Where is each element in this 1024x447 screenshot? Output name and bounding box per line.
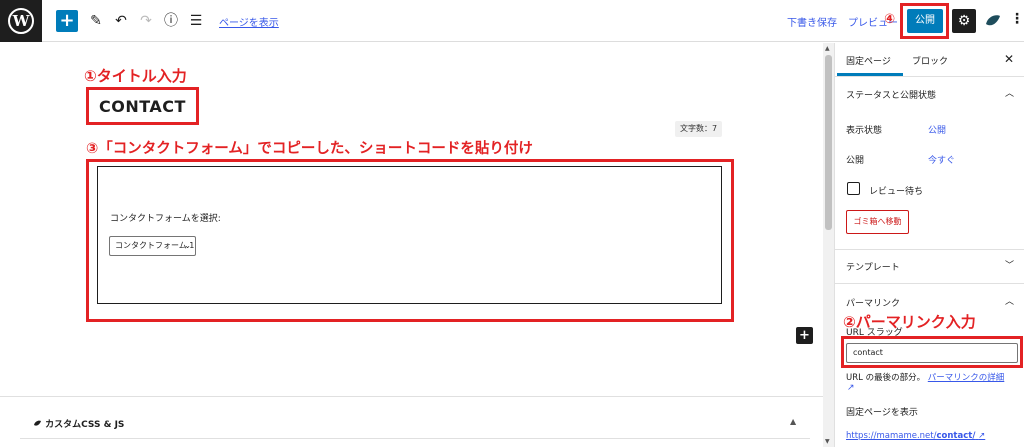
metabox-toggle-icon[interactable]: ▲ <box>790 417 796 426</box>
panel-divider <box>835 283 1024 284</box>
contact-form-select-value: コンタクトフォーム 1 <box>115 241 195 250</box>
plugin-leaf-icon[interactable] <box>984 12 1002 30</box>
contact-form-select[interactable]: コンタクトフォーム 1 ⌄ <box>109 236 196 256</box>
tabs-divider <box>835 76 1024 77</box>
scroll-down-icon[interactable]: ▼ <box>825 438 830 445</box>
url-slug-description: URL の最後の部分。 パーマリンクの詳細 <box>846 373 1005 383</box>
permalink-details-link[interactable]: パーマリンクの詳細 <box>928 373 1005 383</box>
undo-icon[interactable]: ↶ <box>111 11 131 31</box>
pending-review-checkbox[interactable] <box>847 182 860 195</box>
plugin-leaf-icon <box>34 420 41 426</box>
view-page-heading: 固定ページを表示 <box>846 408 918 418</box>
publish-date-link[interactable]: 今すぐ <box>928 153 955 166</box>
annotation-publish-note: ④ <box>884 12 896 27</box>
annotation-permalink-note: ②パーマリンク入力 <box>843 313 976 331</box>
chevron-down-icon: ⌄ <box>184 241 191 250</box>
tools-pencil-icon[interactable]: ✎ <box>86 11 106 31</box>
close-icon[interactable]: ✕ <box>1004 52 1014 66</box>
metabox-title: カスタムCSS & JS <box>33 417 124 430</box>
meta-divider <box>0 396 823 397</box>
chevron-up-icon[interactable]: ︿ <box>1005 86 1014 99</box>
tab-page[interactable]: 固定ページ <box>846 54 891 67</box>
settings-sidebar <box>834 43 1024 447</box>
scroll-up-icon[interactable]: ▲ <box>825 45 830 52</box>
template-heading[interactable]: テンプレート <box>846 260 900 273</box>
url-slug-input[interactable]: contact <box>846 343 1018 363</box>
info-icon[interactable]: ⓘ <box>161 11 181 31</box>
save-draft-button[interactable]: 下書き保存 <box>787 14 837 29</box>
permalink-url-link[interactable]: https://mamame.net/contact/ ↗ <box>846 431 985 441</box>
meta-divider-bottom <box>20 438 810 439</box>
character-count-badge: 文字数：7 <box>675 121 722 137</box>
view-page-link[interactable]: ページを表示 <box>219 14 279 29</box>
contact-form-block[interactable] <box>97 166 722 304</box>
list-view-icon[interactable]: ☰ <box>186 11 206 31</box>
chevron-down-icon[interactable]: ﹀ <box>1005 258 1014 271</box>
panel-divider <box>835 249 1024 250</box>
block-inserter-button[interactable]: + <box>796 327 813 344</box>
tab-block[interactable]: ブロック <box>912 54 948 67</box>
permalink-heading[interactable]: パーマリンク <box>846 296 900 309</box>
annotation-title-note: ①タイトル入力 <box>84 67 187 85</box>
annotation-shortcode-note: ③「コンタクトフォーム」でコピーした、ショートコードを貼り付け <box>86 141 533 157</box>
visibility-value-link[interactable]: 公開 <box>928 123 946 136</box>
annotation-publish-box <box>900 3 949 39</box>
status-visibility-heading[interactable]: ステータスと公開状態 <box>846 88 936 101</box>
chevron-up-icon[interactable]: ︿ <box>1005 294 1014 307</box>
visibility-label: 表示状態 <box>846 126 883 136</box>
page-title[interactable]: CONTACT <box>99 97 186 116</box>
settings-gear-icon[interactable]: ⚙ <box>952 9 976 33</box>
add-block-button[interactable]: + <box>56 10 78 32</box>
external-link-icon[interactable]: ↗ <box>847 383 855 393</box>
contact-form-select-label: コンタクトフォームを選択: <box>110 214 221 224</box>
more-options-icon[interactable]: ⋮ <box>1010 11 1024 27</box>
editor-scrollbar-thumb[interactable] <box>825 55 832 230</box>
publish-label: 公開 <box>846 156 865 166</box>
wordpress-logo-button[interactable]: W <box>0 0 42 42</box>
external-link-icon: ↗ <box>978 431 986 441</box>
pending-review-label: レビュー待ち <box>869 187 924 197</box>
custom-css-js-metabox[interactable]: カスタムCSS & JS ▲ <box>20 404 810 438</box>
redo-icon[interactable]: ↷ <box>136 11 156 31</box>
wordpress-icon: W <box>8 8 34 34</box>
move-to-trash-button[interactable]: ゴミ箱へ移動 <box>846 210 909 234</box>
